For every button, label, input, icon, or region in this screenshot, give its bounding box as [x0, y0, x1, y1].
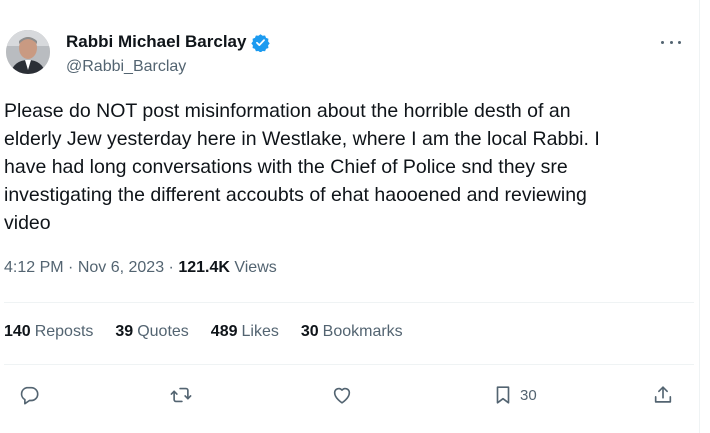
heart-icon — [333, 387, 351, 404]
tweet-card: Rabbi Michael Barclay @Rabbi_Barclay Ple… — [0, 0, 700, 433]
bookmarks-stat[interactable]: 30 Bookmarks — [301, 323, 403, 341]
reposts-label: Reposts — [34, 323, 94, 340]
bookmark-count: 30 — [520, 386, 537, 404]
tweet-meta: 4:12 PM · Nov 6, 2023 · 121.4K Views — [4, 259, 277, 277]
author-name[interactable]: Rabbi Michael Barclay — [66, 32, 246, 52]
bookmark-icon — [496, 386, 510, 404]
views-count: 121.4K — [178, 259, 230, 276]
like-button[interactable] — [331, 380, 353, 410]
tweet-time[interactable]: 4:12 PM — [4, 259, 64, 277]
likes-stat[interactable]: 489 Likes — [211, 323, 279, 341]
share-button[interactable] — [652, 380, 674, 410]
divider — [4, 302, 694, 303]
reposts-count: 140 — [4, 323, 31, 340]
bookmarks-label: Bookmarks — [322, 323, 403, 340]
views-label: Views — [229, 259, 277, 276]
verified-badge-icon — [251, 33, 271, 52]
author-handle[interactable]: @Rabbi_Barclay — [66, 58, 186, 76]
reply-icon — [20, 386, 39, 405]
tweet-date[interactable]: Nov 6, 2023 — [78, 259, 164, 277]
meta-separator: · — [63, 259, 78, 276]
likes-label: Likes — [241, 323, 279, 340]
reposts-stat[interactable]: 140 Reposts — [4, 323, 93, 341]
tweet-text: Please do NOT post misinformation about … — [4, 100, 600, 234]
action-bar: 30 — [0, 380, 699, 410]
repost-button[interactable] — [170, 380, 192, 410]
share-icon — [654, 386, 672, 403]
quotes-label: Quotes — [137, 323, 189, 340]
engagement-stats: 140 Reposts 39 Quotes 489 Likes 30 Bookmarks — [4, 323, 403, 341]
likes-count: 489 — [210, 323, 238, 340]
quotes-stat[interactable]: 39 Quotes — [115, 323, 188, 341]
bookmark-button[interactable]: 30 — [492, 380, 537, 410]
meta-separator: · — [164, 259, 179, 276]
bookmarks-count: 30 — [300, 323, 319, 340]
quotes-count: 39 — [115, 323, 134, 340]
reply-button[interactable] — [18, 380, 40, 410]
more-options-icon[interactable] — [661, 33, 681, 51]
avatar[interactable] — [6, 30, 50, 74]
divider — [4, 364, 694, 365]
avatar-image — [6, 30, 50, 74]
repost-icon — [170, 387, 192, 403]
author-name-row[interactable]: Rabbi Michael Barclay — [66, 32, 271, 52]
